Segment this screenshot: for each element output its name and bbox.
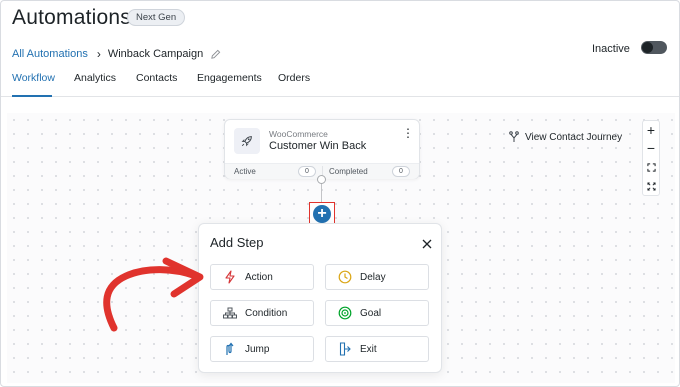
step-action-button[interactable]: Action: [210, 264, 314, 290]
branch-icon: [509, 131, 519, 142]
dialog-title: Add Step: [210, 235, 264, 250]
status-label: Inactive: [592, 43, 630, 55]
step-label: Condition: [245, 307, 288, 319]
node-title: Customer Win Back: [269, 140, 367, 152]
step-label: Goal: [360, 307, 382, 319]
next-gen-badge: Next Gen: [127, 9, 186, 26]
annotation-arrow-icon: [103, 257, 204, 332]
hierarchy-icon: [223, 306, 237, 320]
breadcrumb-all-automations[interactable]: All Automations: [12, 48, 88, 60]
tab-contacts[interactable]: Contacts: [136, 72, 177, 97]
status-toggle[interactable]: [641, 41, 667, 54]
tab-engagements[interactable]: Engagements: [197, 72, 262, 97]
completed-count: 0: [392, 166, 410, 177]
page-title: Automations: [12, 6, 131, 29]
target-icon: [338, 306, 352, 320]
active-count: 0: [298, 166, 316, 177]
tab-workflow[interactable]: Workflow: [12, 72, 55, 97]
step-label: Action: [245, 271, 273, 283]
step-condition-button[interactable]: Condition: [210, 300, 314, 326]
fullscreen-icon[interactable]: [643, 177, 659, 195]
step-delay-button[interactable]: Delay: [325, 264, 429, 290]
chevron-right-icon: ›: [96, 47, 101, 61]
journey-label: View Contact Journey: [525, 131, 623, 143]
view-contact-journey-link[interactable]: View Contact Journey: [509, 131, 622, 143]
add-step-dialog: Add Step Action Delay Condition Goal Jum…: [198, 223, 442, 373]
toggle-knob: [642, 42, 653, 53]
active-label: Active: [234, 167, 256, 176]
zoom-controls: + −: [642, 120, 660, 196]
connector-dot: [317, 175, 326, 184]
node-source: WooCommerce: [269, 129, 328, 139]
lightning-icon: [223, 270, 237, 284]
zoom-in-icon[interactable]: +: [643, 121, 659, 139]
fit-screen-icon[interactable]: [643, 158, 659, 176]
close-icon[interactable]: [421, 237, 433, 249]
exit-icon: [338, 342, 352, 356]
step-jump-button[interactable]: Jump: [210, 336, 314, 362]
kebab-menu-icon[interactable]: ⋮: [402, 127, 414, 139]
breadcrumb-current: Winback Campaign: [107, 48, 204, 60]
step-label: Delay: [360, 271, 386, 283]
tab-analytics[interactable]: Analytics: [74, 72, 116, 97]
rocket-icon: [234, 128, 260, 154]
completed-label: Completed: [329, 167, 368, 176]
step-exit-button[interactable]: Exit: [325, 336, 429, 362]
zoom-out-icon[interactable]: −: [643, 139, 659, 157]
pencil-icon[interactable]: [210, 49, 221, 60]
app-frame: Automations Next Gen All Automations › W…: [0, 0, 680, 387]
add-step-plus-icon[interactable]: +: [313, 205, 331, 223]
step-label: Exit: [360, 343, 377, 355]
jump-icon: [223, 342, 237, 356]
trigger-node[interactable]: WooCommerce Customer Win Back ⋮ Active 0…: [224, 119, 420, 179]
clock-icon: [338, 270, 352, 284]
step-goal-button[interactable]: Goal: [325, 300, 429, 326]
tab-bar: Workflow Analytics Contacts Engagements …: [1, 71, 679, 97]
tab-orders[interactable]: Orders: [278, 72, 310, 97]
breadcrumb: All Automations › Winback Campaign: [12, 47, 221, 61]
step-label: Jump: [245, 343, 270, 355]
